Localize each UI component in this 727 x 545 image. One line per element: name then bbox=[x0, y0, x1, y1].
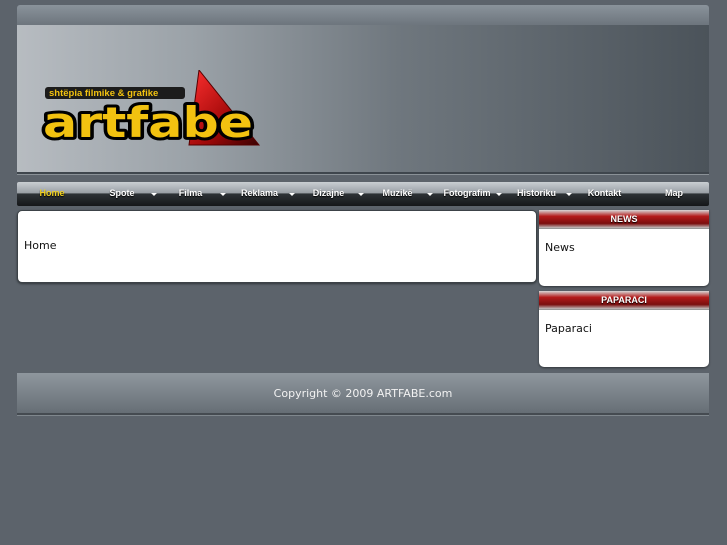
svg-text:artfabe: artfabe bbox=[43, 98, 253, 147]
news-panel: NEWS News bbox=[539, 210, 709, 286]
header-banner: shtëpia filmike & grafike artfabe artfab… bbox=[17, 25, 709, 174]
news-title: NEWS bbox=[539, 210, 709, 229]
nav-map-label: Map bbox=[665, 188, 683, 198]
content-text: Home bbox=[24, 239, 57, 252]
footer: Copyright © 2009 ARTFABE.com bbox=[17, 373, 709, 415]
main-nav: Home Spote Filma Reklama Dizajne Muzikë … bbox=[17, 182, 709, 206]
nav-muzike-label: Muzikë bbox=[382, 188, 413, 198]
nav-historiku-label: Historiku bbox=[516, 188, 556, 198]
nav-kontakt-label: Kontakt bbox=[587, 188, 622, 198]
nav-dizajne[interactable]: Dizajne bbox=[294, 182, 364, 206]
nav-filma-label: Filma bbox=[178, 188, 203, 198]
nav-spote-label: Spote bbox=[109, 188, 135, 198]
nav-filma[interactable]: Filma bbox=[156, 182, 226, 206]
artfabe-logo[interactable]: shtëpia filmike & grafike artfabe artfab… bbox=[39, 70, 289, 160]
paparaci-body: Paparaci bbox=[545, 322, 592, 335]
nav-fotografim-label: Fotografim bbox=[443, 188, 491, 198]
nav-reklama-label: Reklama bbox=[240, 188, 279, 198]
top-strip bbox=[17, 5, 709, 25]
nav-kontakt[interactable]: Kontakt bbox=[570, 182, 639, 206]
nav-map[interactable]: Map bbox=[639, 182, 709, 206]
copyright-text: Copyright © 2009 ARTFABE.com bbox=[273, 387, 453, 400]
nav-historiku[interactable]: Historiku bbox=[502, 182, 572, 206]
paparaci-title: PAPARACI bbox=[539, 291, 709, 310]
nav-home[interactable]: Home bbox=[17, 182, 87, 206]
paparaci-panel: PAPARACI Paparaci bbox=[539, 291, 709, 367]
main-content-box: Home bbox=[17, 210, 537, 283]
logo-graphic: shtëpia filmike & grafike artfabe artfab… bbox=[40, 70, 261, 150]
news-body: News bbox=[545, 241, 575, 254]
nav-home-label: Home bbox=[39, 188, 65, 198]
nav-fotografim[interactable]: Fotografim bbox=[432, 182, 502, 206]
nav-spote[interactable]: Spote bbox=[87, 182, 157, 206]
nav-reklama[interactable]: Reklama bbox=[225, 182, 295, 206]
nav-muzike[interactable]: Muzikë bbox=[363, 182, 433, 206]
nav-dizajne-label: Dizajne bbox=[312, 188, 345, 198]
